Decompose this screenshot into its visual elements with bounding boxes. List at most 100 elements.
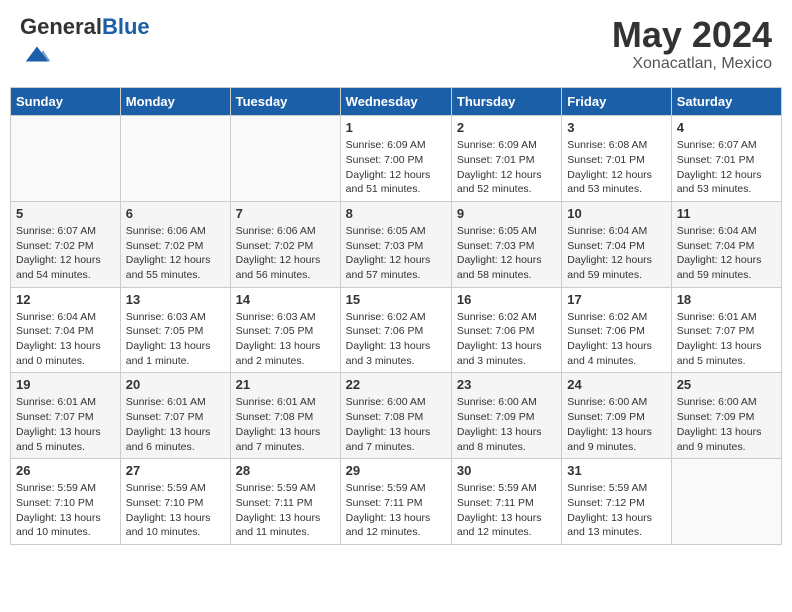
day-number: 10	[567, 206, 665, 221]
calendar-day-cell: 9 Sunrise: 6:05 AM Sunset: 7:03 PM Daylig…	[451, 201, 561, 287]
day-info: Sunrise: 6:08 AM Sunset: 7:01 PM Dayligh…	[567, 138, 665, 197]
day-info: Sunrise: 6:04 AM Sunset: 7:04 PM Dayligh…	[567, 224, 665, 283]
day-number: 24	[567, 377, 665, 392]
day-info: Sunrise: 6:05 AM Sunset: 7:03 PM Dayligh…	[457, 224, 556, 283]
calendar-week-row: 26 Sunrise: 5:59 AM Sunset: 7:10 PM Dayli…	[11, 459, 782, 545]
calendar-day-cell: 3Sunrise: 6:08 AM Sunset: 7:01 PM Daylig…	[562, 116, 671, 202]
day-of-week-header: Saturday	[671, 88, 781, 116]
day-number: 22	[346, 377, 446, 392]
calendar-day-cell: 11 Sunrise: 6:04 AM Sunset: 7:04 PM Dayli…	[671, 201, 781, 287]
calendar-day-cell: 23 Sunrise: 6:00 AM Sunset: 7:09 PM Dayli…	[451, 373, 561, 459]
calendar-table: SundayMondayTuesdayWednesdayThursdayFrid…	[10, 87, 782, 545]
day-info: Sunrise: 5:59 AM Sunset: 7:12 PM Dayligh…	[567, 481, 665, 540]
day-number: 12	[16, 292, 115, 307]
day-number: 28	[236, 463, 335, 478]
day-of-week-header: Friday	[562, 88, 671, 116]
day-number: 21	[236, 377, 335, 392]
day-info: Sunrise: 5:59 AM Sunset: 7:10 PM Dayligh…	[16, 481, 115, 540]
calendar-day-cell: 24 Sunrise: 6:00 AM Sunset: 7:09 PM Dayli…	[562, 373, 671, 459]
day-info: Sunrise: 6:03 AM Sunset: 7:05 PM Dayligh…	[236, 310, 335, 369]
calendar-day-cell: 21 Sunrise: 6:01 AM Sunset: 7:08 PM Dayli…	[230, 373, 340, 459]
logo-text: GeneralBlue	[20, 15, 150, 39]
day-number: 2	[457, 120, 556, 135]
day-number: 16	[457, 292, 556, 307]
calendar-day-cell: 14Sunrise: 6:03 AM Sunset: 7:05 PM Dayli…	[230, 287, 340, 373]
day-number: 7	[236, 206, 335, 221]
day-number: 18	[677, 292, 776, 307]
calendar-day-cell: 15Sunrise: 6:02 AM Sunset: 7:06 PM Dayli…	[340, 287, 451, 373]
calendar-day-cell: 28 Sunrise: 5:59 AM Sunset: 7:11 PM Dayli…	[230, 459, 340, 545]
day-info: Sunrise: 6:01 AM Sunset: 7:07 PM Dayligh…	[126, 395, 225, 454]
day-info: Sunrise: 6:01 AM Sunset: 7:07 PM Dayligh…	[16, 395, 115, 454]
day-info: Sunrise: 6:02 AM Sunset: 7:06 PM Dayligh…	[567, 310, 665, 369]
calendar-day-cell: 29Sunrise: 5:59 AM Sunset: 7:11 PM Dayli…	[340, 459, 451, 545]
calendar-day-cell: 16Sunrise: 6:02 AM Sunset: 7:06 PM Dayli…	[451, 287, 561, 373]
day-info: Sunrise: 5:59 AM Sunset: 7:11 PM Dayligh…	[236, 481, 335, 540]
day-number: 26	[16, 463, 115, 478]
day-number: 8	[346, 206, 446, 221]
calendar-day-cell: 10 Sunrise: 6:04 AM Sunset: 7:04 PM Dayli…	[562, 201, 671, 287]
logo-blue: Blue	[102, 14, 150, 39]
logo: GeneralBlue	[20, 15, 150, 74]
page-header: GeneralBlue May 2024 Xonacatlan, Mexico	[10, 10, 782, 79]
day-number: 17	[567, 292, 665, 307]
calendar-day-cell	[230, 116, 340, 202]
day-info: Sunrise: 6:01 AM Sunset: 7:08 PM Dayligh…	[236, 395, 335, 454]
calendar-day-cell: 18 Sunrise: 6:01 AM Sunset: 7:07 PM Dayli…	[671, 287, 781, 373]
day-info: Sunrise: 5:59 AM Sunset: 7:10 PM Dayligh…	[126, 481, 225, 540]
calendar-day-cell: 8Sunrise: 6:05 AM Sunset: 7:03 PM Daylig…	[340, 201, 451, 287]
day-info: Sunrise: 6:09 AM Sunset: 7:01 PM Dayligh…	[457, 138, 556, 197]
calendar-week-row: 19 Sunrise: 6:01 AM Sunset: 7:07 PM Dayli…	[11, 373, 782, 459]
day-info: Sunrise: 6:06 AM Sunset: 7:02 PM Dayligh…	[126, 224, 225, 283]
day-number: 25	[677, 377, 776, 392]
day-number: 30	[457, 463, 556, 478]
day-info: Sunrise: 6:01 AM Sunset: 7:07 PM Dayligh…	[677, 310, 776, 369]
day-info: Sunrise: 6:04 AM Sunset: 7:04 PM Dayligh…	[677, 224, 776, 283]
day-info: Sunrise: 6:03 AM Sunset: 7:05 PM Dayligh…	[126, 310, 225, 369]
calendar-day-cell	[11, 116, 121, 202]
calendar-day-cell: 12 Sunrise: 6:04 AM Sunset: 7:04 PM Dayli…	[11, 287, 121, 373]
calendar-day-cell: 26 Sunrise: 5:59 AM Sunset: 7:10 PM Dayli…	[11, 459, 121, 545]
logo-general: General	[20, 14, 102, 39]
day-number: 11	[677, 206, 776, 221]
calendar-week-row: 1 Sunrise: 6:09 AM Sunset: 7:00 PM Daylig…	[11, 116, 782, 202]
day-number: 27	[126, 463, 225, 478]
day-number: 20	[126, 377, 225, 392]
day-of-week-header: Tuesday	[230, 88, 340, 116]
calendar-title: May 2024	[612, 15, 772, 55]
calendar-day-cell: 22 Sunrise: 6:00 AM Sunset: 7:08 PM Dayli…	[340, 373, 451, 459]
calendar-day-cell	[671, 459, 781, 545]
day-info: Sunrise: 6:00 AM Sunset: 7:09 PM Dayligh…	[457, 395, 556, 454]
calendar-day-cell	[120, 116, 230, 202]
day-info: Sunrise: 6:04 AM Sunset: 7:04 PM Dayligh…	[16, 310, 115, 369]
calendar-header-row: SundayMondayTuesdayWednesdayThursdayFrid…	[11, 88, 782, 116]
day-info: Sunrise: 6:00 AM Sunset: 7:09 PM Dayligh…	[677, 395, 776, 454]
day-number: 23	[457, 377, 556, 392]
day-number: 1	[346, 120, 446, 135]
day-number: 19	[16, 377, 115, 392]
calendar-day-cell: 7 Sunrise: 6:06 AM Sunset: 7:02 PM Daylig…	[230, 201, 340, 287]
day-number: 15	[346, 292, 446, 307]
day-info: Sunrise: 6:06 AM Sunset: 7:02 PM Dayligh…	[236, 224, 335, 283]
calendar-day-cell: 13Sunrise: 6:03 AM Sunset: 7:05 PM Dayli…	[120, 287, 230, 373]
day-of-week-header: Monday	[120, 88, 230, 116]
calendar-day-cell: 19 Sunrise: 6:01 AM Sunset: 7:07 PM Dayli…	[11, 373, 121, 459]
calendar-week-row: 12 Sunrise: 6:04 AM Sunset: 7:04 PM Dayli…	[11, 287, 782, 373]
calendar-day-cell: 27 Sunrise: 5:59 AM Sunset: 7:10 PM Dayli…	[120, 459, 230, 545]
calendar-day-cell: 20 Sunrise: 6:01 AM Sunset: 7:07 PM Dayli…	[120, 373, 230, 459]
day-number: 9	[457, 206, 556, 221]
day-info: Sunrise: 6:07 AM Sunset: 7:02 PM Dayligh…	[16, 224, 115, 283]
calendar-day-cell: 1 Sunrise: 6:09 AM Sunset: 7:00 PM Daylig…	[340, 116, 451, 202]
calendar-day-cell: 6Sunrise: 6:06 AM Sunset: 7:02 PM Daylig…	[120, 201, 230, 287]
calendar-day-cell: 31Sunrise: 5:59 AM Sunset: 7:12 PM Dayli…	[562, 459, 671, 545]
day-of-week-header: Sunday	[11, 88, 121, 116]
day-info: Sunrise: 6:00 AM Sunset: 7:09 PM Dayligh…	[567, 395, 665, 454]
title-block: May 2024 Xonacatlan, Mexico	[612, 15, 772, 73]
calendar-day-cell: 17 Sunrise: 6:02 AM Sunset: 7:06 PM Dayli…	[562, 287, 671, 373]
day-info: Sunrise: 5:59 AM Sunset: 7:11 PM Dayligh…	[457, 481, 556, 540]
calendar-location: Xonacatlan, Mexico	[612, 55, 772, 73]
day-info: Sunrise: 6:09 AM Sunset: 7:00 PM Dayligh…	[346, 138, 446, 197]
day-number: 4	[677, 120, 776, 135]
calendar-day-cell: 4Sunrise: 6:07 AM Sunset: 7:01 PM Daylig…	[671, 116, 781, 202]
day-info: Sunrise: 6:00 AM Sunset: 7:08 PM Dayligh…	[346, 395, 446, 454]
